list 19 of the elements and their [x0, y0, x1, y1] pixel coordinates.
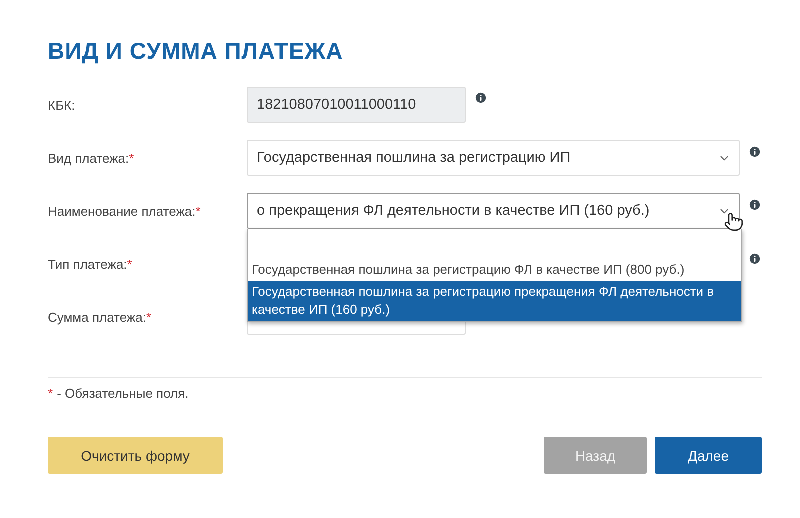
kbk-field: 18210807010011000110 [247, 87, 466, 123]
field-label: Наименование платежа:* [48, 203, 202, 219]
info-icon[interactable] [748, 145, 762, 159]
dropdown-option[interactable]: Государственная пошлина за регистрацию прекращения ФЛ деятельности в качестве ИП (160 руб.) [248, 281, 741, 321]
info-icon[interactable] [748, 252, 762, 266]
field-label: Тип платежа:* [48, 256, 134, 272]
field-label: КБК: [48, 97, 76, 113]
next-button[interactable]: Далее [655, 437, 762, 474]
info-icon[interactable] [748, 198, 762, 212]
field-label: Сумма платежа:* [48, 309, 153, 325]
clear-button[interactable]: Очистить форму [48, 437, 223, 474]
field-label: Вид платежа:* [48, 150, 136, 166]
info-icon[interactable] [474, 91, 488, 105]
payment-select[interactable]: Государственная пошлина за регистрацию ИП [247, 140, 740, 176]
section-title: ВИД И СУММА ПЛАТЕЖА [48, 38, 344, 65]
required-mark: * [48, 386, 54, 401]
dropdown-option[interactable]: Государственная пошлина за регистрацию ФЛ в качестве ИП (800 руб.) [248, 259, 741, 281]
payment-select[interactable]: о прекращения ФЛ деятельности в качестве ИП (160 руб.) [247, 193, 740, 229]
required-note: - Обязательные поля. [57, 386, 189, 401]
